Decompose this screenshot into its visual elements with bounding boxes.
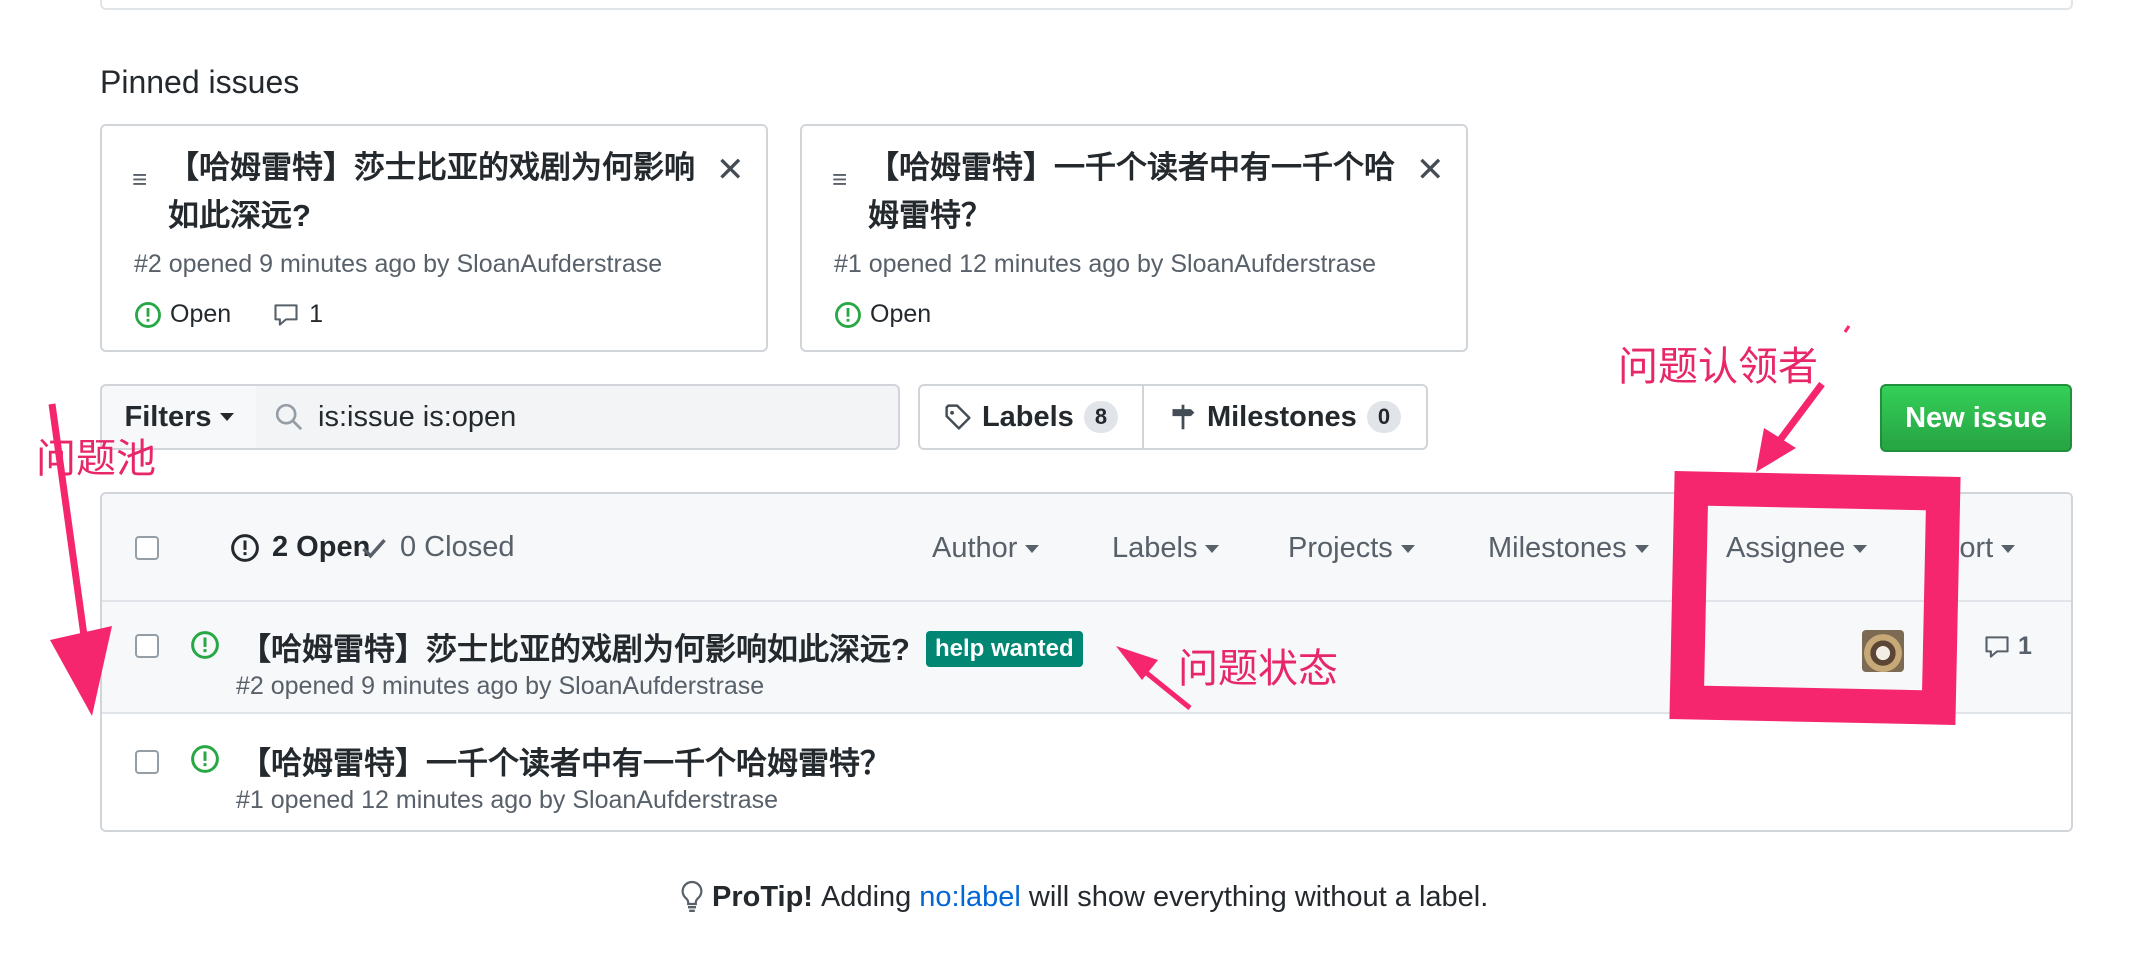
assignee-arrow-tick (1843, 325, 1851, 333)
pool-arrow-head (50, 626, 112, 716)
pool-arrow-line (48, 403, 90, 651)
assignee-arrow-head (1756, 428, 1796, 472)
assignee-arrow-line (1777, 381, 1825, 443)
annotation-arrows (48, 325, 1851, 716)
